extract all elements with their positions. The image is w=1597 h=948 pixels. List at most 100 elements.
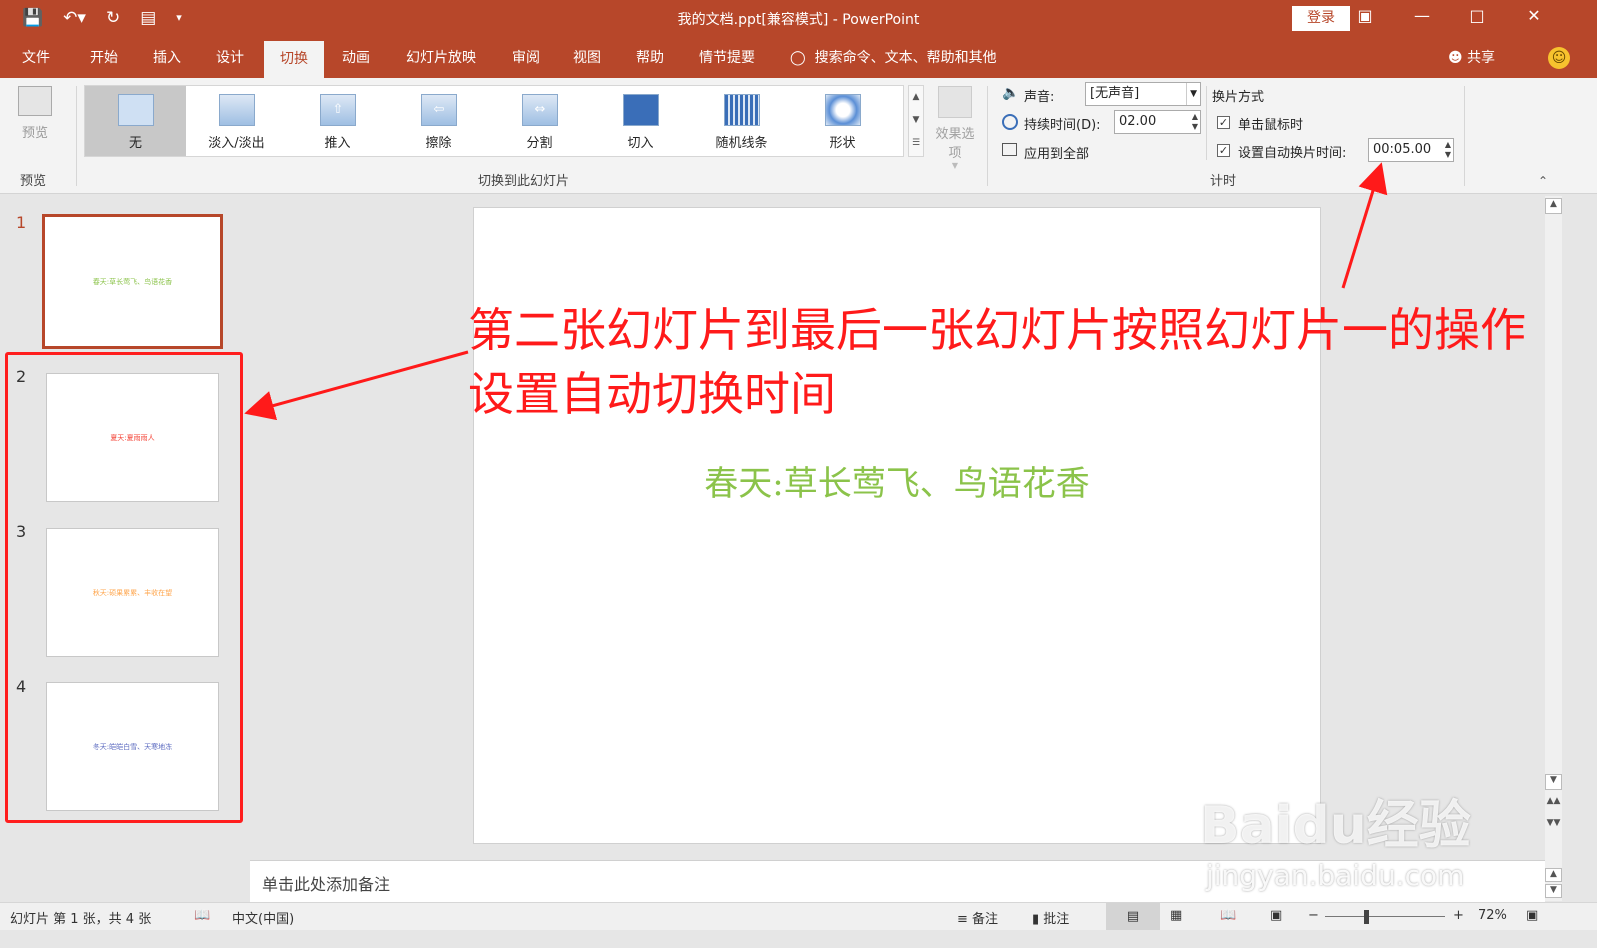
gallery-down-icon[interactable]: ▼ (909, 109, 923, 132)
tab-storyboard[interactable]: 情节提要 (690, 38, 764, 78)
apply-all-button[interactable]: 应用到全部 (1024, 143, 1089, 162)
share-button[interactable]: ☻ 共享 (1448, 38, 1495, 78)
zoom-level[interactable]: 72% (1478, 908, 1507, 923)
gallery-more-icon[interactable]: ☰ (909, 132, 923, 155)
language-indicator[interactable]: 中文(中国) (232, 908, 294, 927)
transition-random-bars-icon (724, 94, 760, 126)
transition-cut-icon (623, 94, 659, 126)
transition-wipe[interactable]: ⇦ 擦除 (388, 86, 489, 156)
transition-label: 无 (128, 136, 142, 151)
tab-review[interactable]: 审阅 (500, 38, 552, 78)
spinner-icon[interactable]: ▲ ▼ (1192, 112, 1198, 132)
tell-me-search[interactable]: ◯ 搜索命令、文本、帮助和其他 (790, 38, 1030, 78)
spinner-icon[interactable]: ▲ ▼ (1445, 140, 1451, 160)
transition-fade-icon (219, 94, 255, 126)
ribbon-tabs: 文件 开始 插入 设计 切换 动画 幻灯片放映 审阅 视图 帮助 情节提要 ◯ … (0, 38, 1597, 78)
transition-none-icon (118, 94, 154, 126)
tab-insert[interactable]: 插入 (141, 38, 193, 78)
tell-me-label: 搜索命令、文本、帮助和其他 (814, 50, 997, 66)
group-divider (1464, 86, 1465, 186)
after-time-checkbox[interactable]: ✓ (1217, 144, 1230, 157)
slideshow-view-icon[interactable]: ▣ (1270, 908, 1282, 923)
slide-thumbnail-1[interactable]: 春天:草长莺飞、鸟语花香 (42, 214, 223, 349)
lightbulb-icon: ◯ (790, 50, 806, 66)
comment-icon: ▮ (1032, 912, 1040, 927)
scroll-down-icon[interactable]: ▼ (1545, 774, 1562, 790)
preview-button[interactable]: 预览 (12, 86, 58, 150)
minimize-icon[interactable]: — (1407, 6, 1437, 25)
transition-split[interactable]: ⇔ 分割 (489, 86, 590, 156)
tab-animations[interactable]: 动画 (330, 38, 382, 78)
gallery-up-icon[interactable]: ▲ (909, 86, 923, 109)
watermark-url: jingyan.baidu.com (1206, 859, 1465, 892)
watermark-logo: Baidu经验 (1200, 796, 1471, 856)
slide-indicator[interactable]: 幻灯片 第 1 张，共 4 张 (10, 908, 151, 927)
slide-sorter-icon[interactable]: ▦ (1170, 908, 1182, 923)
chevron-down-icon: ▼ (951, 161, 959, 170)
tab-file[interactable]: 文件 (10, 38, 62, 78)
scroll-up-icon[interactable]: ▲ (1545, 198, 1562, 214)
group-divider (76, 86, 77, 186)
baidu-watermark: Baidu经验 jingyan.baidu.com (1200, 775, 1500, 905)
reading-view-icon[interactable]: 📖 (1220, 908, 1236, 923)
transition-push[interactable]: ⇧ 推入 (287, 86, 388, 156)
zoom-slider-thumb[interactable] (1364, 910, 1369, 924)
fit-to-window-icon[interactable]: ▣ (1526, 908, 1538, 923)
notes-scroll-down-icon[interactable]: ▼ (1545, 884, 1562, 898)
transition-label: 擦除 (425, 136, 452, 151)
group-divider (1206, 86, 1207, 160)
transition-fade[interactable]: 淡入/淡出 (186, 86, 287, 156)
after-time-value: 00:05.00 (1373, 142, 1432, 157)
slide-text[interactable]: 春天:草长莺飞、鸟语花香 (474, 456, 1320, 505)
transition-shape[interactable]: 形状 (792, 86, 893, 156)
comments-toggle[interactable]: ▮ 批注 (1032, 908, 1069, 927)
effect-options-button[interactable]: 效果选项 ▼ (930, 86, 980, 170)
zoom-in-button[interactable]: + (1453, 908, 1464, 923)
maximize-icon[interactable]: □ (1462, 6, 1492, 25)
notes-icon: ≡ (957, 912, 968, 927)
next-slide-icon[interactable]: ▼▼ (1545, 818, 1562, 828)
ribbon: 预览 预览 无 淡入/淡出 ⇧ 推入 ⇦ 擦除 ⇔ 分割 切入 随机线条 形状 … (0, 78, 1597, 194)
transition-wipe-icon: ⇦ (421, 94, 457, 126)
zoom-slider-track[interactable] (1325, 916, 1445, 917)
collapse-ribbon-icon[interactable]: ⌃ (1538, 174, 1548, 188)
tab-slideshow[interactable]: 幻灯片放映 (396, 38, 486, 78)
sound-select[interactable]: [无声音] ▼ (1085, 82, 1201, 106)
ribbon-display-icon[interactable]: ▣ (1350, 6, 1380, 25)
tab-transitions[interactable]: 切换 (264, 41, 324, 78)
normal-view-icon[interactable]: ▤ (1106, 903, 1160, 930)
person-icon: ☻ (1448, 50, 1463, 66)
transition-shape-icon (825, 94, 861, 126)
chevron-down-icon[interactable]: ▼ (1186, 83, 1197, 105)
transition-label: 形状 (829, 136, 856, 151)
group-divider (987, 86, 988, 186)
zoom-out-button[interactable]: − (1308, 908, 1319, 923)
smiley-feedback-icon[interactable]: ☺ (1548, 47, 1570, 69)
preview-icon (18, 86, 52, 116)
notes-scroll-up-icon[interactable]: ▲ (1545, 868, 1562, 882)
transition-random-bars[interactable]: 随机线条 (691, 86, 792, 156)
title-bar: 💾 ↶▾ ↻ ▤ ▾ 我的文档.ppt[兼容模式] - PowerPoint 登… (0, 0, 1597, 38)
advance-heading: 换片方式 (1212, 90, 1265, 105)
tab-home[interactable]: 开始 (78, 38, 130, 78)
close-icon[interactable]: ✕ (1519, 6, 1549, 25)
after-time-input[interactable]: 00:05.00 ▲ ▼ (1368, 138, 1454, 162)
apply-all-icon (1002, 143, 1017, 156)
gallery-scroll: ▲ ▼ ☰ (908, 85, 924, 157)
transition-none[interactable]: 无 (85, 86, 186, 156)
tab-design[interactable]: 设计 (204, 38, 256, 78)
tab-view[interactable]: 视图 (561, 38, 613, 78)
status-bar: 幻灯片 第 1 张，共 4 张 📖 中文(中国) ≡ 备注 ▮ 批注 ▤ ▦ 📖… (0, 902, 1597, 930)
arrow-to-thumbnails (244, 350, 469, 421)
duration-input[interactable]: 02.00 ▲ ▼ (1114, 110, 1201, 134)
login-button[interactable]: 登录 (1292, 6, 1350, 31)
on-click-checkbox[interactable]: ✓ (1217, 116, 1230, 129)
transition-label: 随机线条 (715, 136, 768, 151)
sound-value: [无声音] (1090, 86, 1140, 101)
tab-help[interactable]: 帮助 (624, 38, 676, 78)
previous-slide-icon[interactable]: ▲▲ (1545, 796, 1562, 806)
annotation-highlight-box (5, 352, 243, 823)
transition-cut[interactable]: 切入 (590, 86, 691, 156)
spellcheck-icon[interactable]: 📖 (194, 908, 210, 923)
notes-toggle[interactable]: ≡ 备注 (957, 908, 998, 927)
